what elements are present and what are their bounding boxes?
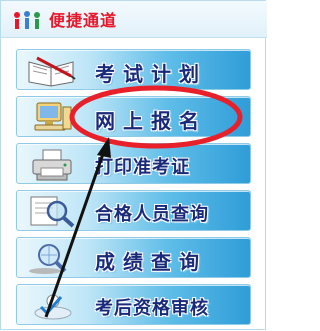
checkmark-person-icon	[34, 294, 72, 320]
menu-label: 合格人员查询	[95, 204, 209, 225]
menu-label: 考后资格审核	[95, 298, 209, 319]
post-exam-qualification-review-button[interactable]: 考后资格审核	[16, 284, 251, 325]
menu-label: 网上报名	[95, 109, 207, 133]
computer-icon	[34, 102, 72, 131]
panel-header: 便捷通道	[1, 1, 267, 38]
score-query-button[interactable]: 成绩查询	[16, 237, 251, 278]
print-admission-ticket-button[interactable]: 打印准考证	[16, 143, 251, 184]
book-pen-icon	[28, 56, 76, 87]
qualified-personnel-query-button[interactable]: 合格人员查询	[16, 190, 251, 231]
menu-label: 考试计划	[95, 62, 207, 86]
search-globe-icon	[29, 244, 67, 274]
exam-plan-button[interactable]: 考试计划	[16, 49, 251, 90]
magnifier-icon	[30, 196, 75, 228]
menu-label: 打印准考证	[95, 157, 190, 178]
people-icon	[14, 11, 40, 29]
panel-title: 便捷通道	[49, 11, 118, 30]
quick-access-panel: 便捷通道 考试计划 网上报名 打印准考证 合格人员查询 成绩查询 考后资格审核	[0, 0, 267, 330]
menu-label: 成绩查询	[95, 250, 207, 274]
online-registration-button[interactable]: 网上报名	[16, 96, 251, 137]
printer-icon	[32, 149, 72, 181]
